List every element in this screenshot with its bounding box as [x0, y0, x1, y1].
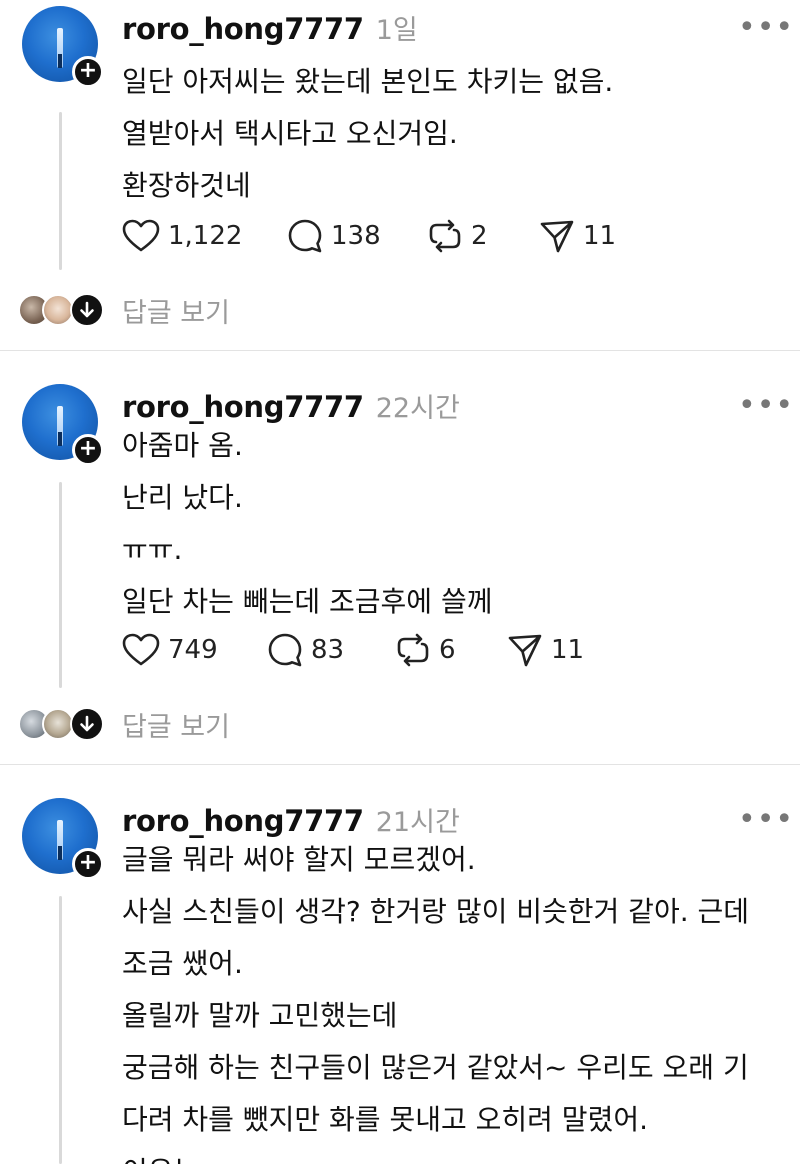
thread-line: [59, 112, 62, 270]
post-body: 일단 아저씨는 왔는데 본인도 차키는 없음. 열받아서 택시타고 오신거임. …: [122, 56, 782, 212]
avatar[interactable]: +: [22, 798, 104, 880]
action-bar: 1,122 138 2 11: [122, 216, 616, 256]
action-bar: 749 83 6 11: [122, 630, 584, 670]
more-dots-icon[interactable]: •••: [738, 391, 794, 421]
comment-bubble-icon: [288, 219, 322, 253]
post: + roro_hong7777 1일 ••• 일단 아저씨는 왔는데 본인도 차…: [0, 0, 800, 350]
like-count: 1,122: [168, 221, 243, 251]
post-line: 이유는~: [122, 1146, 782, 1164]
follow-plus-icon[interactable]: +: [72, 848, 104, 880]
comment-count: 83: [311, 635, 345, 665]
post: + roro_hong7777 22시간 ••• 아줌마 옴. 난리 났다. ㅠ…: [0, 378, 800, 764]
like-button[interactable]: 749: [122, 633, 267, 667]
share-button[interactable]: 11: [507, 632, 584, 668]
repost-button[interactable]: 6: [395, 632, 507, 668]
post-line: ㅠㅠ.: [122, 533, 183, 566]
username[interactable]: roro_hong7777: [122, 804, 364, 838]
more-dots-icon[interactable]: •••: [738, 13, 794, 43]
share-count: 11: [583, 221, 617, 251]
view-replies[interactable]: 답글 보기: [18, 290, 230, 330]
view-replies-label[interactable]: 답글 보기: [122, 291, 230, 330]
repost-count: 2: [471, 221, 488, 251]
post-line: 아줌마 옴.: [122, 429, 243, 462]
share-button[interactable]: 11: [539, 218, 616, 254]
comment-button[interactable]: 83: [267, 632, 395, 668]
post-body: 아줌마 옴. 난리 났다. ㅠㅠ. 일단 차는 빼는데 조금후에 쓸께: [122, 420, 782, 628]
post-body: 글을 뭐라 써야 할지 모르겠어. 사실 스친들이 생각? 한거랑 많이 비슷한…: [122, 834, 782, 1164]
post-line: 궁금해 하는 친구들이 많은거 같았서~ 우리도 오래 기: [122, 1051, 749, 1084]
post-line: 일단 아저씨는 왔는데 본인도 차키는 없음.: [122, 65, 614, 98]
thread-line: [59, 896, 62, 1164]
heart-icon: [122, 219, 160, 252]
heart-icon: [122, 633, 160, 666]
avatar[interactable]: +: [22, 384, 104, 466]
post-line: 사실 스친들이 생각? 한거랑 많이 비슷한거 같아. 근데: [122, 895, 750, 928]
post-line: 환장하것네: [122, 169, 251, 202]
post-line: 글을 뭐라 써야 할지 모르겠어.: [122, 843, 476, 876]
comment-button[interactable]: 138: [287, 218, 427, 254]
post: + roro_hong7777 21시간 ••• 글을 뭐라 써야 할지 모르겠…: [0, 792, 800, 1164]
username[interactable]: roro_hong7777: [122, 390, 364, 424]
like-button[interactable]: 1,122: [122, 219, 287, 253]
follow-plus-icon[interactable]: +: [72, 434, 104, 466]
avatar[interactable]: +: [22, 6, 104, 88]
repost-count: 6: [439, 635, 456, 665]
send-icon: [508, 634, 542, 667]
comment-bubble-icon: [268, 633, 302, 667]
repost-icon: [397, 633, 429, 667]
repost-button[interactable]: 2: [427, 218, 539, 254]
view-replies-label[interactable]: 답글 보기: [122, 705, 230, 744]
comment-count: 138: [331, 221, 381, 251]
like-count: 749: [168, 635, 218, 665]
divider: [0, 764, 800, 765]
view-replies[interactable]: 답글 보기: [18, 704, 230, 744]
post-line: 올릴까 말까 고민했는데: [122, 999, 398, 1032]
divider: [0, 350, 800, 351]
thread-line: [59, 482, 62, 688]
post-line: 일단 차는 빼는데 조금후에 쓸께: [122, 585, 493, 618]
threads-feed: + roro_hong7777 1일 ••• 일단 아저씨는 왔는데 본인도 차…: [0, 0, 800, 1164]
send-icon: [540, 220, 574, 253]
more-dots-icon[interactable]: •••: [738, 805, 794, 835]
chevron-down-icon[interactable]: [70, 293, 104, 327]
timestamp: 1일: [375, 15, 418, 46]
post-line: 조금 쌨어.: [122, 947, 243, 980]
chevron-down-icon[interactable]: [70, 707, 104, 741]
post-line: 열받아서 택시타고 오신거임.: [122, 117, 458, 150]
post-line: 난리 났다.: [122, 481, 243, 514]
username[interactable]: roro_hong7777: [122, 12, 364, 46]
post-line: 다려 차를 뺐지만 화를 못내고 오히려 말렸어.: [122, 1103, 648, 1136]
post-header: roro_hong7777 1일: [122, 8, 418, 48]
repost-icon: [429, 219, 461, 253]
follow-plus-icon[interactable]: +: [72, 56, 104, 88]
share-count: 11: [551, 635, 585, 665]
